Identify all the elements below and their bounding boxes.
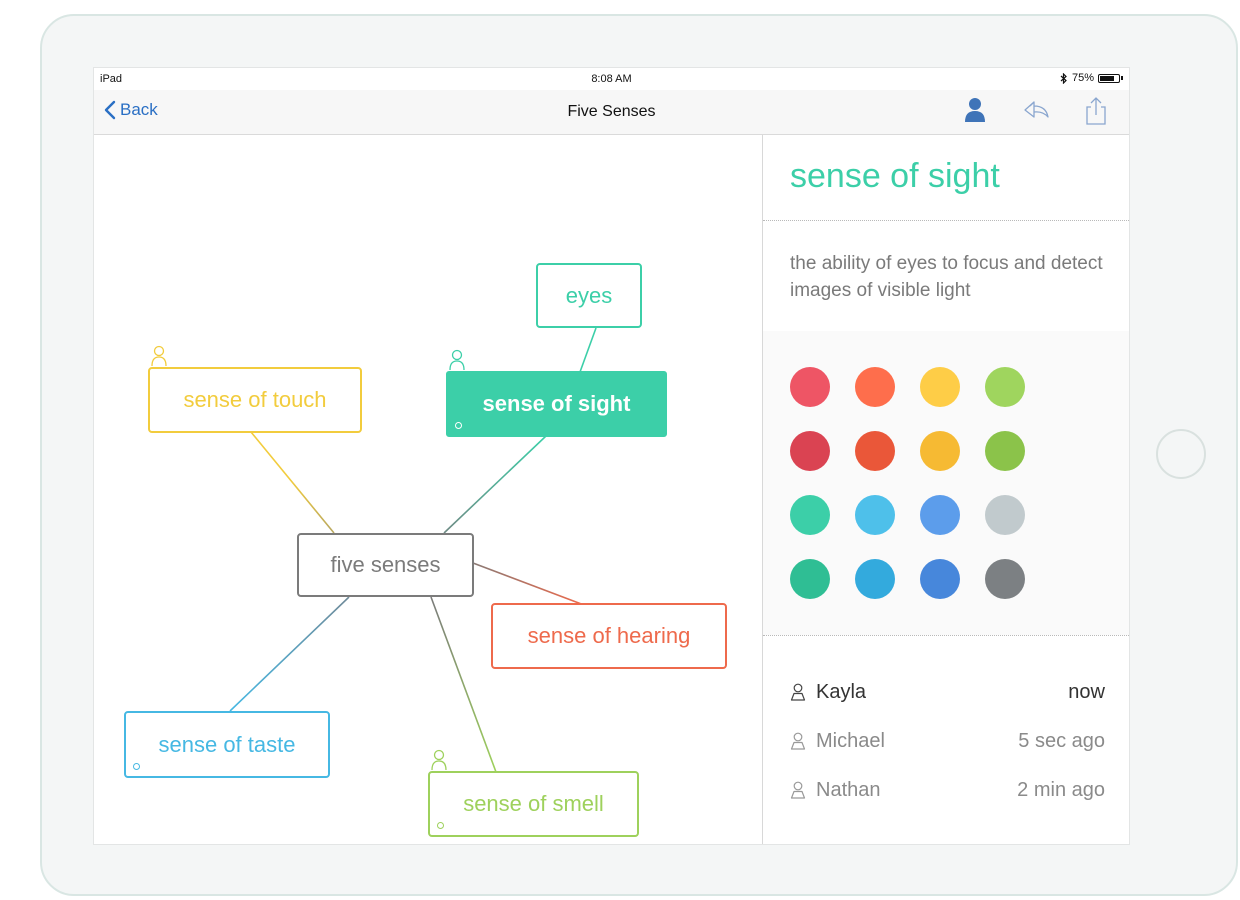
collaborator-row: Nathan 2 min ago [790,778,1105,802]
collaborator-row: Michael 5 sec ago [790,729,1105,753]
topic-description[interactable]: the ability of eyes to focus and detect … [790,250,1110,304]
topic-label: sense of hearing [527,623,691,648]
person-outline-icon [790,683,806,701]
divider [763,220,1129,221]
topic-sense-of-hearing[interactable]: sense of hearing [491,603,727,669]
color-palette [763,331,1129,635]
mindmap-canvas[interactable]: five senses sense of touch sense of sigh… [94,135,762,844]
color-swatch[interactable] [855,495,895,535]
inspector-panel: sense of sight the ability of eyes to fo… [762,135,1129,844]
color-swatch[interactable] [920,495,960,535]
person-outline-icon [790,732,806,750]
navigation-bar: Back Five Senses [94,90,1129,135]
collaborators-button[interactable] [962,95,988,130]
link-sight [443,435,547,534]
topic-label: sense of smell [463,791,604,816]
collaborator-time: 5 sec ago [1018,729,1105,752]
dot-icon [455,422,462,429]
person-icon [431,749,447,771]
color-swatch[interactable] [985,559,1025,599]
color-swatch[interactable] [855,367,895,407]
collaborator-row: Kayla now [790,680,1105,704]
color-swatch[interactable] [985,367,1025,407]
color-swatch[interactable] [920,367,960,407]
share-icon [1086,97,1106,125]
screen: iPad 8:08 AM 75% Back Five Senses five s… [93,67,1130,845]
collaborator-name: Michael [816,729,885,752]
link-smell [430,596,497,773]
color-swatch[interactable] [855,431,895,471]
divider [763,635,1129,636]
share-button[interactable] [1084,95,1108,132]
home-button[interactable] [1156,429,1206,479]
status-right: 75% [1060,72,1123,84]
link-touch [250,431,335,534]
collaborator-time: 2 min ago [1017,778,1105,801]
central-topic[interactable]: five senses [297,533,474,597]
collaborator-name: Kayla [816,680,867,703]
color-swatch[interactable] [790,495,830,535]
bluetooth-icon [1060,72,1067,84]
central-topic-label: five senses [330,552,441,577]
battery-icon [1098,73,1120,83]
color-swatch[interactable] [985,495,1025,535]
reply-button[interactable] [1022,95,1052,130]
person-icon [965,98,985,122]
dot-icon [133,763,140,770]
color-swatch[interactable] [790,559,830,599]
reply-icon [1024,101,1049,118]
topic-label: sense of taste [158,731,296,757]
topic-label: sense of sight [482,391,631,416]
topic-sense-of-taste[interactable]: sense of taste [124,711,330,778]
topic-label: sense of touch [183,387,327,412]
link-hearing [472,562,585,606]
link-eyes [579,327,597,373]
topic-label: eyes [565,282,613,308]
topic-eyes[interactable]: eyes [536,263,642,328]
person-outline-icon [790,781,806,799]
color-swatch[interactable] [920,431,960,471]
topic-title[interactable]: sense of sight [790,157,1000,196]
color-swatch[interactable] [855,559,895,599]
color-swatch[interactable] [920,559,960,599]
status-bar: iPad 8:08 AM 75% [94,68,1129,90]
battery-fill [1100,75,1114,81]
collaborator-time: now [1068,680,1105,703]
topic-sense-of-smell[interactable]: sense of smell [428,749,639,837]
person-icon [151,345,167,367]
topic-sense-of-touch[interactable]: sense of touch [148,345,362,433]
color-swatch[interactable] [985,431,1025,471]
dot-icon [437,822,444,829]
color-swatch[interactable] [790,431,830,471]
collaborator-name: Nathan [816,778,881,801]
person-icon [449,349,465,371]
status-time: 8:08 AM [591,73,632,85]
link-taste [229,596,350,712]
topic-sense-of-sight[interactable]: sense of sight [446,349,667,437]
battery-tip [1121,76,1123,80]
battery-percent: 75% [1071,72,1094,84]
color-swatch[interactable] [790,367,830,407]
